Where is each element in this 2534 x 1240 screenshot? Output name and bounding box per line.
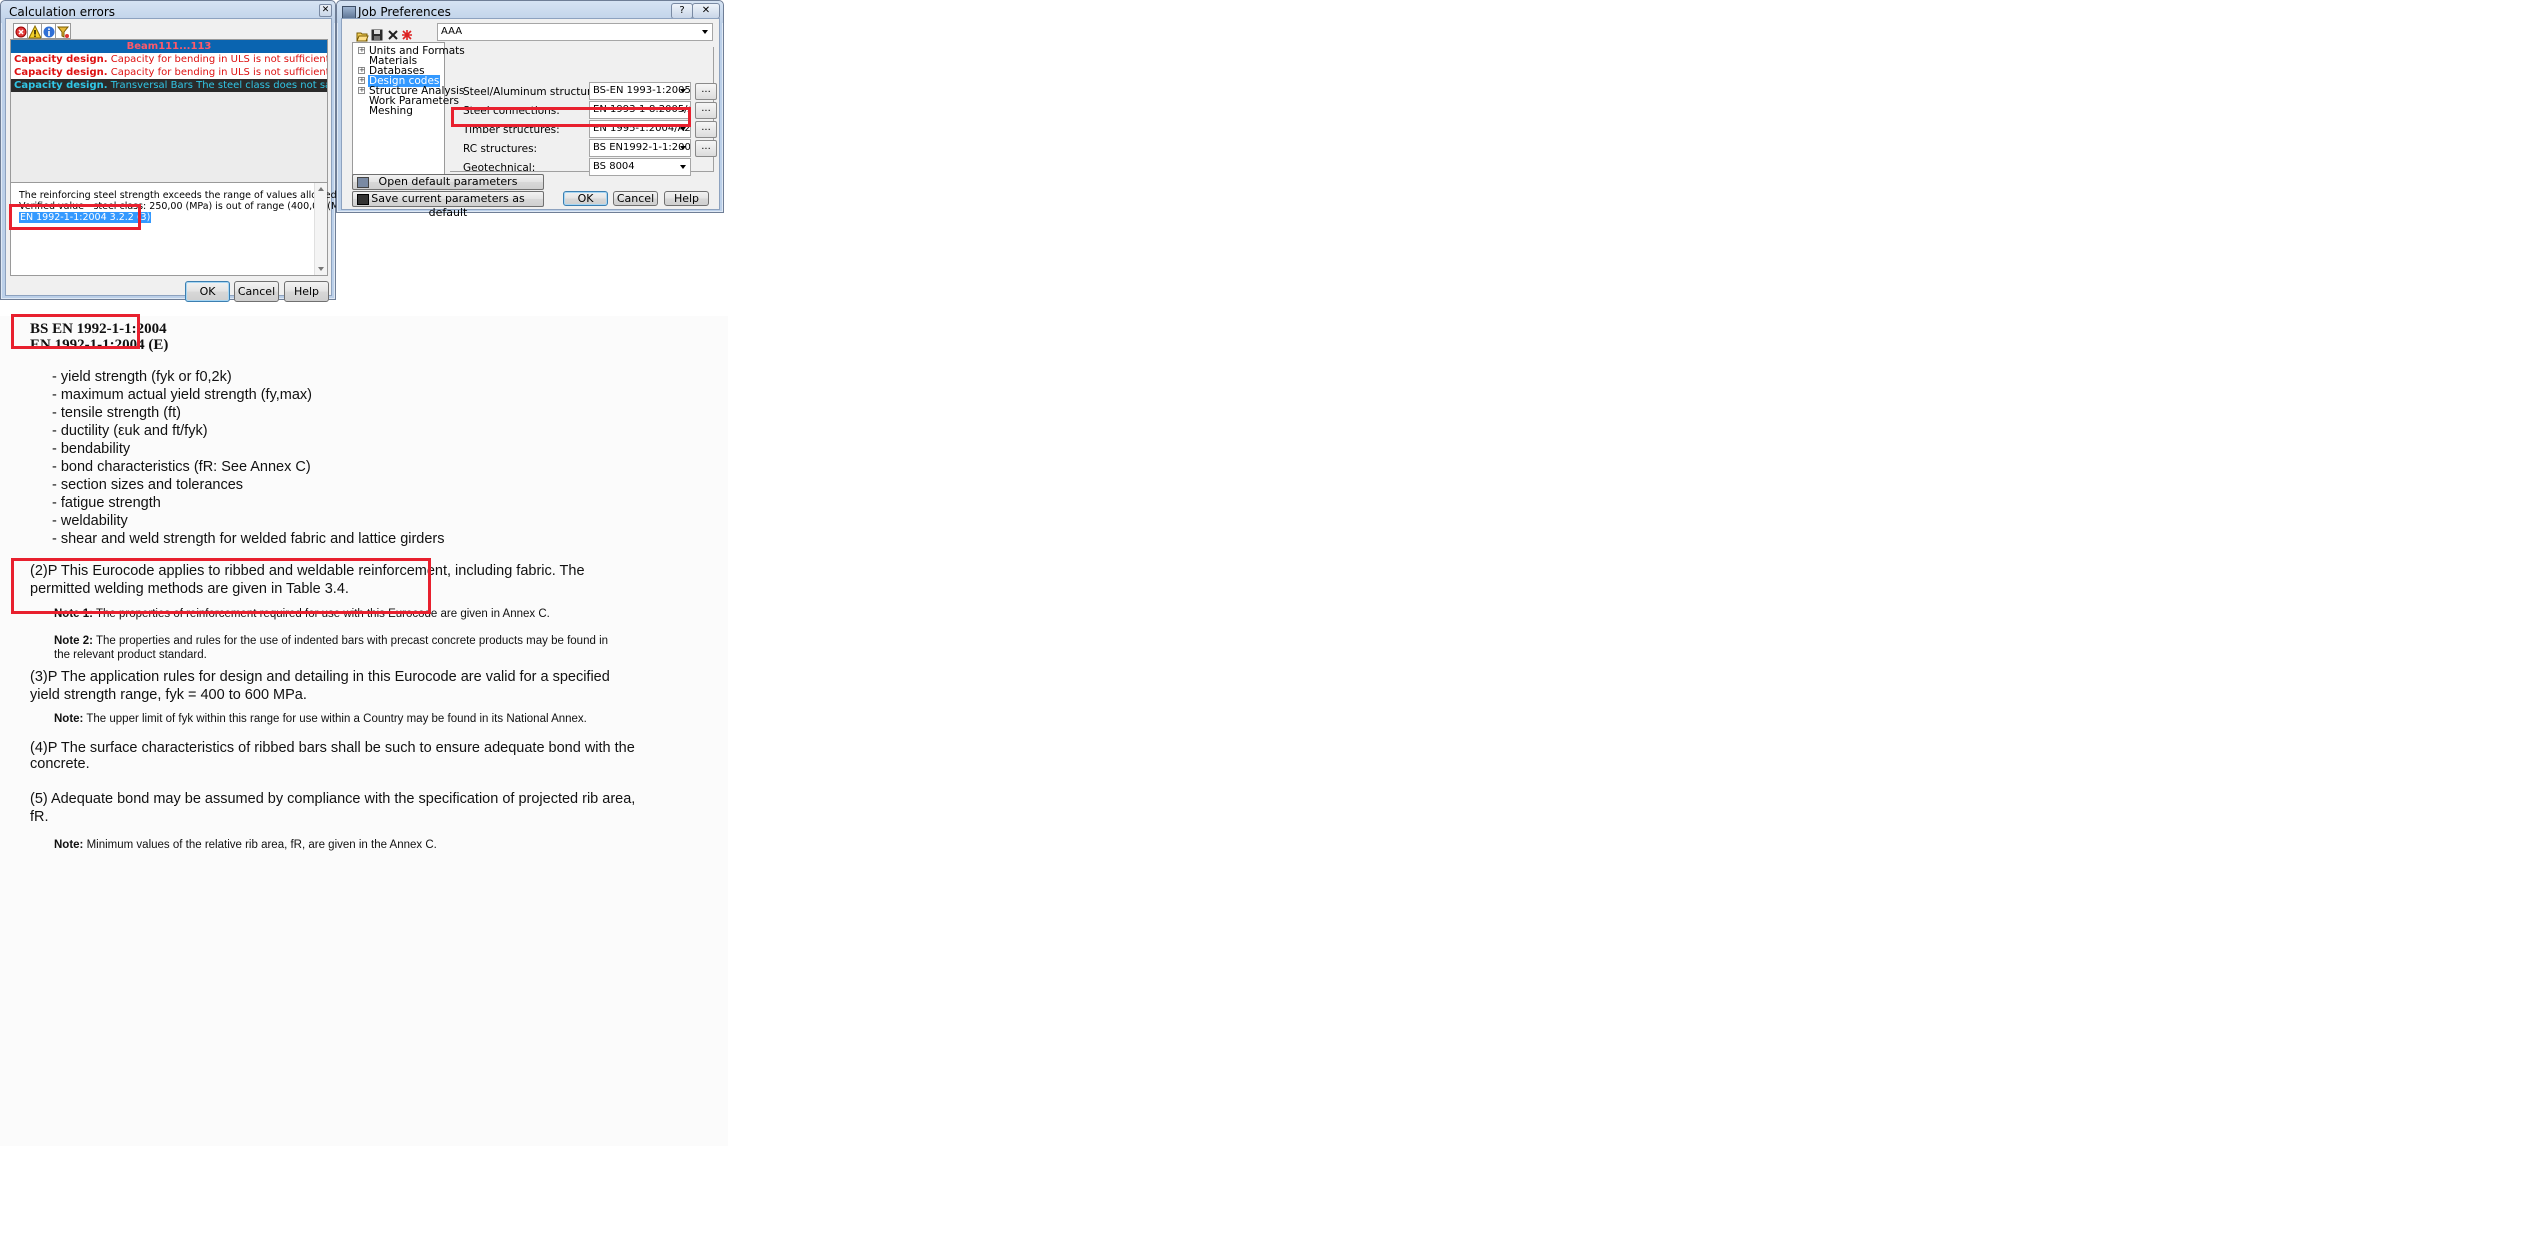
chevron-down-icon	[680, 89, 686, 93]
error-row-selected[interactable]: Capacity design. Transversal Bars The st…	[11, 79, 327, 92]
chevron-down-icon	[680, 146, 686, 150]
note-2-label: Note 2:	[54, 635, 93, 647]
details-scrollbar[interactable]	[314, 183, 327, 275]
chevron-down-icon	[680, 165, 686, 169]
note-3: Note: The upper limit of fyk within this…	[54, 713, 587, 725]
save-default-icon	[357, 194, 369, 205]
eurocode-excerpt: BS EN 1992-1-1:2004 EN 1992-1-1:2004 (E)…	[0, 316, 728, 756]
bullet-item: - shear and weld strength for welded fab…	[52, 531, 445, 547]
scroll-up-icon[interactable]	[318, 187, 324, 191]
open-default-label: Open default parameters	[378, 175, 518, 188]
error-row[interactable]: Capacity design. Capacity for bending in…	[11, 66, 327, 79]
calc-help-button[interactable]: Help	[284, 281, 329, 302]
bullet-item: - bendability	[52, 441, 131, 457]
bullet-item: - ductility (εuk and ft/fyk)	[52, 423, 208, 439]
highlight-paragraph-3	[11, 558, 431, 614]
expand-icon[interactable]: +	[358, 67, 365, 74]
geotechnical-code-dropdown[interactable]: BS 8004	[589, 158, 691, 176]
error-prefix: Capacity design.	[14, 80, 108, 91]
error-prefix: Capacity design.	[14, 54, 108, 65]
code-label-rc: RC structures:	[463, 143, 538, 155]
scroll-down-icon[interactable]	[318, 267, 324, 271]
calc-cancel-button[interactable]: Cancel	[234, 281, 279, 302]
steel-code-dropdown[interactable]: BS-EN 1993-1:2005/NA:2008/A1:2014	[589, 82, 691, 100]
paragraph-4-line-2: concrete.	[30, 756, 90, 772]
steel-code-more-button[interactable]: ...	[695, 83, 717, 100]
bullet-item: - yield strength (fyk or f0,2k)	[52, 369, 232, 385]
highlight-reference	[9, 204, 141, 230]
highlight-rc-structures	[451, 107, 691, 127]
note-2-line-2: the relevant product standard.	[54, 649, 207, 661]
calc-ok-button[interactable]: OK	[185, 281, 230, 302]
job-prefs-title: Job Preferences	[358, 5, 451, 19]
expand-icon[interactable]: +	[358, 77, 365, 84]
timber-code-more-button[interactable]: ...	[695, 121, 717, 138]
paragraph-3-line-2: yield strength range, fyk = 400 to 600 M…	[30, 687, 307, 703]
bullet-item: - tensile strength (ft)	[52, 405, 181, 421]
geotechnical-code-value: BS 8004	[593, 161, 635, 172]
open-default-button[interactable]: Open default parameters	[352, 174, 544, 190]
reset-icon[interactable]	[401, 26, 413, 40]
code-label-steel: Steel/Aluminum structures:	[463, 86, 607, 98]
tree-item-meshing[interactable]: Meshing	[369, 105, 413, 117]
rc-code-dropdown[interactable]: BS EN1992-1-1:2004 NA:2005	[589, 139, 691, 157]
chevron-down-icon	[680, 127, 686, 131]
delete-icon[interactable]	[387, 26, 399, 40]
note-2-text: The properties and rules for the use of …	[92, 635, 609, 647]
paragraph-4-line-1: (4)P The surface characteristics of ribb…	[30, 740, 635, 756]
bullet-item: - weldability	[52, 513, 128, 529]
save-icon[interactable]	[371, 26, 383, 41]
errors-header-text: Beam111...113	[126, 41, 212, 52]
funnel-filter-icon[interactable]	[55, 23, 71, 39]
paragraph-5-line-2: fR.	[30, 809, 49, 825]
bullet-item: - fatigue strength	[52, 495, 161, 511]
chevron-down-icon	[702, 30, 708, 34]
code-label-geotechnical: Geotechnical:	[463, 162, 536, 174]
bullet-item: - section sizes and tolerances	[52, 477, 244, 493]
save-default-label: Save current parameters as default	[371, 192, 525, 219]
error-prefix: Capacity design.	[14, 67, 108, 78]
calc-errors-body: Beam111...113 Capacity design. Capacity …	[5, 18, 427, 302]
open-default-icon	[357, 177, 369, 188]
prefs-help-button[interactable]: Help	[664, 191, 709, 206]
close-icon[interactable]: ✕	[692, 3, 720, 19]
paragraph-5-line-1: (5) Adequate bond may be assumed by comp…	[30, 791, 636, 807]
bullet-item: - bond characteristics (fR: See Annex C)	[52, 459, 311, 475]
preset-dropdown[interactable]: AAA	[437, 23, 713, 41]
calc-errors-title: Calculation errors	[9, 5, 116, 19]
steel-code-value: BS-EN 1993-1:2005/NA:2008/A1:2014	[593, 85, 691, 96]
errors-header-row: Beam111...113	[11, 40, 327, 53]
category-tree[interactable]: + Units and Formats Materials + Database…	[352, 42, 465, 175]
connections-code-more-button[interactable]: ...	[695, 102, 717, 119]
highlight-code-headings	[11, 314, 140, 349]
eurocode-excerpt-bottom: concrete. (5) Adequate bond may be assum…	[0, 756, 728, 1146]
expand-icon[interactable]: +	[358, 87, 365, 94]
error-text: Capacity for bending in ULS is not suffi…	[110, 54, 327, 65]
bullet-item: - maximum actual yield strength (fy,max)	[52, 387, 312, 403]
calculation-errors-window: Calculation errors ✕ Beam111...113 Capac…	[0, 0, 427, 302]
note-4-text: Minimum values of the relative rib area,…	[83, 839, 437, 851]
error-row[interactable]: Capacity design. Capacity for bending in…	[11, 53, 327, 66]
open-file-icon[interactable]	[356, 27, 369, 42]
prefs-cancel-button[interactable]: Cancel	[613, 191, 658, 206]
note-3-label: Note:	[54, 713, 84, 725]
note-4-label: Note:	[54, 839, 84, 851]
rc-code-more-button[interactable]: ...	[695, 140, 717, 157]
close-icon[interactable]: ✕	[319, 4, 332, 17]
errors-list: Beam111...113 Capacity design. Capacity …	[10, 39, 328, 196]
rc-code-value: BS EN1992-1-1:2004 NA:2005	[593, 142, 691, 153]
note-3-text: The upper limit of fyk within this range…	[83, 713, 587, 725]
error-text: Capacity for bending in ULS is not suffi…	[110, 67, 327, 78]
help-icon[interactable]: ?	[671, 3, 693, 19]
note-2: Note 2: The properties and rules for the…	[54, 635, 608, 647]
error-text: Transversal Bars The steel class does no…	[110, 80, 327, 91]
preset-value: AAA	[441, 26, 463, 37]
paragraph-3-line-1: (3)P The application rules for design an…	[30, 669, 610, 685]
save-default-button[interactable]: Save current parameters as default	[352, 191, 544, 219]
note-4: Note: Minimum values of the relative rib…	[54, 839, 437, 851]
prefs-ok-button[interactable]: OK	[563, 191, 608, 206]
expand-icon[interactable]: +	[358, 47, 365, 54]
